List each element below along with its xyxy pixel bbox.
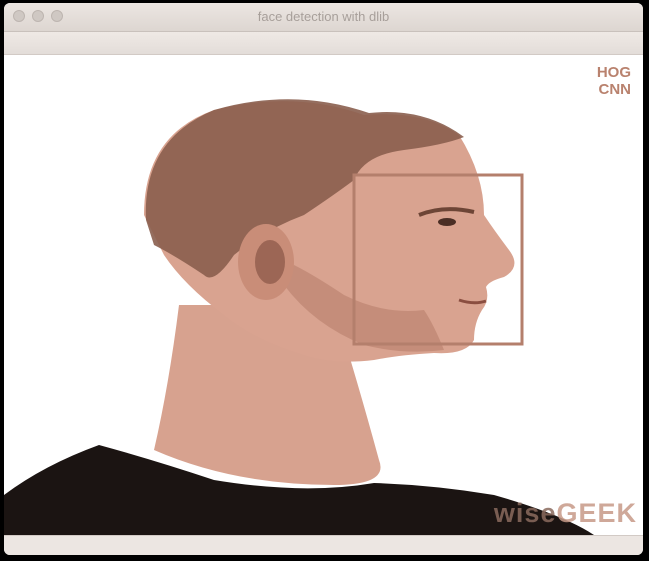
person-profile-image <box>4 99 594 535</box>
image-viewport: HOG CNN wiseGEEK <box>4 55 643 535</box>
app-window: face detection with dlib HOG CNN wiseGEE… <box>4 3 643 555</box>
toolbar <box>4 32 643 55</box>
watermark-wise: wise <box>493 498 557 528</box>
ear-inner-shape <box>255 240 285 284</box>
window-title: face detection with dlib <box>257 9 390 24</box>
wisegeek-watermark: wiseGEEK <box>494 498 637 529</box>
legend-hog-label: HOG <box>596 64 631 81</box>
legend-cnn-label: CNN <box>598 81 632 98</box>
detector-legend: HOG CNN <box>597 64 631 98</box>
title-bar: face detection with dlib <box>4 3 643 32</box>
eye-shape <box>438 218 456 226</box>
status-bar <box>4 535 643 555</box>
watermark-geek: GEEK <box>556 498 637 528</box>
